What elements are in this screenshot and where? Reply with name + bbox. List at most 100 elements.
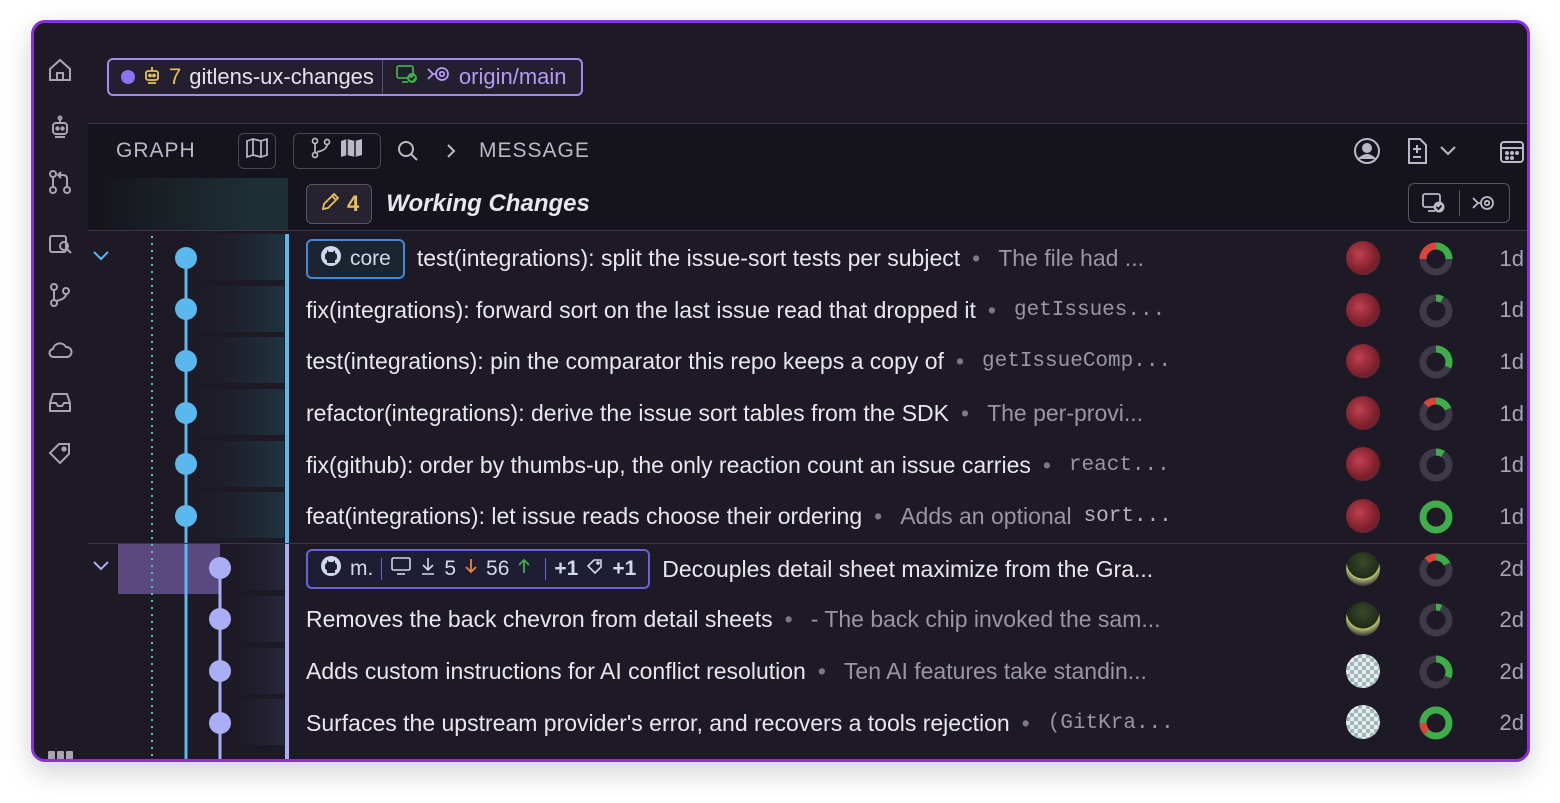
calendar-icon[interactable] [1498, 124, 1526, 178]
tag-icon[interactable] [46, 439, 74, 467]
commit-age: 1d [1499, 245, 1524, 271]
commit-message: feat(integrations): let issue reads choo… [306, 503, 863, 530]
branch-chip-m[interactable]: m. 5 56 +1 +1 [306, 549, 651, 590]
pencil-icon [319, 191, 341, 218]
chevron-right-icon[interactable] [444, 124, 458, 178]
working-changes-label: Working Changes [386, 190, 590, 217]
top-bar: 7 gitlens-ux-changes origin/main [88, 23, 1527, 123]
commit-message: Removes the back chevron from detail she… [306, 606, 773, 633]
author-avatar [1346, 602, 1380, 637]
commit-message: test(integrations): pin the comparator t… [306, 348, 944, 375]
author-avatar [1346, 241, 1380, 275]
gitlens-window: 7 gitlens-ux-changes origin/main GRAPH M… [31, 20, 1530, 762]
author-avatar [1346, 705, 1380, 740]
cloud-icon[interactable] [46, 336, 74, 364]
upstream-name: origin/main [458, 64, 567, 89]
changes-file-icon[interactable] [1404, 124, 1430, 178]
branch-chip-label: m. [350, 557, 374, 581]
changes-donut [1419, 706, 1453, 740]
commit-description: (GitKra... [1047, 711, 1174, 735]
message-column-title: MESSAGE [479, 139, 590, 162]
minimap-toggle-button[interactable] [238, 133, 276, 169]
pull-request-icon[interactable] [46, 168, 74, 196]
commit-description: The per-provi... [987, 400, 1144, 427]
working-changes-count-badge[interactable]: 4 [306, 184, 373, 224]
branch-status-dot [121, 70, 135, 84]
extra-branches-count: +1 [554, 557, 579, 581]
graph-header: GRAPH MESSAGE [88, 123, 1527, 179]
ahead-count: 56 [486, 557, 510, 581]
source-control-icon[interactable] [46, 281, 74, 309]
commit-description-code: sort... [1083, 505, 1172, 529]
commit-row[interactable]: Removes the back chevron from detail she… [88, 594, 1527, 646]
author-filter-icon[interactable] [1353, 124, 1381, 178]
changes-donut [1419, 500, 1453, 534]
branch-name: gitlens-ux-changes [189, 64, 374, 89]
chevron-down-icon[interactable] [1438, 124, 1458, 178]
commit-age: 2d [1499, 658, 1524, 684]
home-icon[interactable] [46, 56, 74, 84]
upstream-button-icon[interactable] [1459, 193, 1509, 213]
commit-row[interactable]: core test(integrations): split the issue… [88, 233, 1527, 285]
branch-chip-core[interactable]: core [306, 238, 405, 279]
changes-donut [1419, 553, 1453, 587]
inspect-icon[interactable] [46, 230, 74, 258]
tag-small-icon [586, 557, 604, 581]
worktree-icon [143, 64, 161, 90]
pr-check-icon [395, 63, 419, 91]
commit-row[interactable]: feat(integrations): let issue reads choo… [88, 491, 1527, 543]
search-icon[interactable] [396, 124, 420, 178]
changes-donut [1419, 242, 1453, 276]
commit-description: - The back chip invoked the sam... [810, 606, 1161, 633]
commit-message: fix(integrations): forward sort on the l… [306, 296, 976, 323]
changes-donut [1419, 655, 1453, 689]
map-filled-icon [339, 137, 365, 165]
branch-chip-label: core [350, 246, 391, 270]
commit-description: react... [1068, 453, 1170, 477]
graph-column-title: GRAPH [116, 139, 196, 162]
upstream-arrow-icon [425, 64, 453, 90]
commit-description: Adds an optional [900, 503, 1072, 530]
author-avatar [1346, 499, 1380, 533]
changes-donut [1419, 345, 1453, 379]
graph-layout-button[interactable] [293, 133, 381, 169]
commit-row[interactable]: Surfaces the upstream provider's error, … [88, 697, 1527, 749]
commit-age: 1d [1499, 400, 1524, 426]
changes-donut [1419, 294, 1453, 328]
commit-message: Decouples detail sheet maximize from the… [662, 555, 1154, 582]
commit-description: getIssues... [1013, 298, 1166, 322]
commit-row[interactable]: test(integrations): pin the comparator t… [88, 336, 1527, 388]
branch-selector[interactable]: 7 gitlens-ux-changes origin/main [107, 58, 583, 96]
map-icon [245, 137, 269, 165]
github-icon [320, 245, 342, 273]
commit-row[interactable]: refactor(integrations): derive the issue… [88, 388, 1527, 440]
commit-row[interactable]: Adds custom instructions for AI conflict… [88, 646, 1527, 698]
behind-count: 5 [444, 557, 457, 581]
extra-tags-count: +1 [612, 557, 637, 581]
robot-icon[interactable] [46, 113, 74, 141]
upstream-section[interactable]: origin/main [381, 60, 581, 94]
branch-section[interactable]: 7 gitlens-ux-changes [109, 60, 382, 94]
commit-age: 2d [1499, 710, 1524, 736]
pr-check-button-icon[interactable] [1409, 191, 1459, 215]
commit-row[interactable]: fix(integrations): forward sort on the l… [88, 285, 1527, 337]
commit-message: refactor(integrations): derive the issue… [306, 400, 950, 427]
github-icon [320, 555, 342, 583]
commit-description: The file had ... [998, 245, 1144, 272]
working-changes-row[interactable]: 4 Working Changes [88, 178, 1527, 231]
author-avatar [1346, 653, 1380, 688]
commit-description: getIssueComp... [982, 350, 1172, 374]
commit-row[interactable]: fix(github): order by thumbs-up, the onl… [88, 439, 1527, 491]
commit-age: 1d [1499, 452, 1524, 478]
commit-message: Surfaces the upstream provider's error, … [306, 709, 1010, 736]
monitor-icon [390, 556, 412, 582]
layout-icon[interactable] [46, 745, 74, 759]
author-avatar [1346, 447, 1380, 482]
inbox-icon[interactable] [46, 388, 74, 416]
commit-age: 1d [1499, 503, 1524, 529]
commit-row[interactable]: m. 5 56 +1 +1 Decouples detail sheet max… [88, 542, 1527, 596]
commit-graph: 4 Working Changes core test(integrations… [88, 178, 1527, 759]
commit-message: test(integrations): split the issue-sort… [416, 245, 961, 272]
working-changes-count: 4 [347, 191, 360, 216]
worktree-count: 7 [169, 64, 182, 89]
